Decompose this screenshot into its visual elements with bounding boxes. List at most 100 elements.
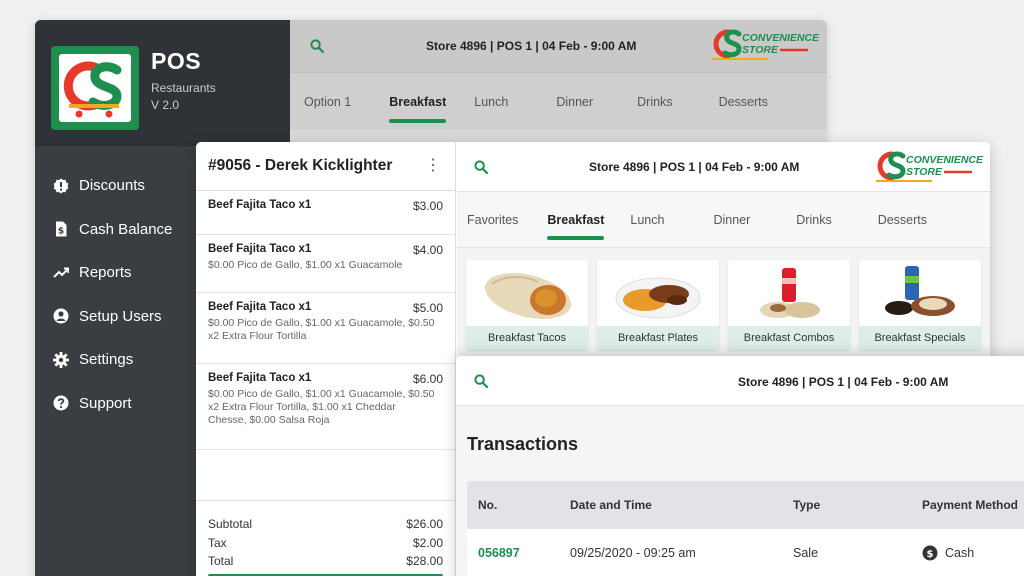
category-label: Breakfast Tacos	[466, 326, 588, 350]
menu-header: Store 4896 | POS 1 | 04 Feb - 9:00 AM CO…	[457, 142, 990, 192]
app-title: POS	[151, 48, 202, 74]
store-info: Store 4896 | POS 1 | 04 Feb - 9:00 AM	[589, 160, 800, 174]
screen: POS Restaurants V 2.0 Discounts $ Cash B…	[0, 0, 1024, 576]
search-icon[interactable]	[310, 39, 324, 53]
order-totals: Subtotal $26.00 Tax $2.00 Total $28.00	[196, 500, 455, 571]
order-item-modifiers: $0.00 Pico de Gallo, $1.00 x1 Guacamole,…	[208, 388, 435, 426]
category-card-breakfast-specials[interactable]: Breakfast Specials	[859, 260, 981, 350]
order-header: #9056 - Derek Kicklighter ⋮	[196, 142, 455, 191]
category-card-breakfast-plates[interactable]: Breakfast Plates	[597, 260, 719, 350]
order-panel: #9056 - Derek Kicklighter ⋮ Beef Fajita …	[196, 142, 456, 576]
burrito-image	[485, 273, 571, 319]
alert-badge-icon	[53, 178, 69, 194]
tax-label: Tax	[208, 535, 227, 550]
order-item-name: Beef Fajita Taco x1	[208, 243, 312, 255]
cs-logo-icon	[59, 54, 131, 122]
app-logo	[51, 46, 139, 130]
tab-favorites[interactable]: Favorites	[467, 213, 518, 227]
order-item-modifiers: $0.00 Pico de Gallo, $1.00 x1 Guacamole	[208, 259, 403, 271]
search-icon[interactable]	[474, 374, 488, 388]
transactions-table: No. Date and Time Type Payment Method 05…	[467, 481, 1024, 576]
tab-breakfast[interactable]: Breakfast	[547, 213, 604, 240]
money-receipt-icon: $	[56, 221, 67, 237]
combo-image	[760, 268, 820, 318]
tab-desserts[interactable]: Desserts	[878, 213, 927, 227]
tab-dinner[interactable]: Dinner	[556, 95, 593, 109]
category-label: Breakfast Specials	[859, 326, 981, 350]
category-grid: Breakfast Tacos Breakfast Plates Breakfa…	[457, 248, 990, 350]
tab-lunch[interactable]: Lunch	[474, 95, 508, 109]
sidebar-header: POS Restaurants V 2.0	[35, 20, 290, 146]
order-item[interactable]: Beef Fajita Taco x1 $3.00	[196, 191, 455, 235]
tab-breakfast[interactable]: Breakfast	[389, 95, 446, 123]
column-header-type[interactable]: Type	[793, 498, 922, 512]
column-header-no[interactable]: No.	[467, 498, 570, 512]
dollar-circle-icon: $	[922, 545, 938, 561]
tab-lunch[interactable]: Lunch	[630, 213, 664, 227]
app-subtitle: Restaurants V 2.0	[151, 80, 216, 114]
specials-image	[885, 266, 955, 316]
back-header: Store 4896 | POS 1 | 04 Feb - 9:00 AM CO…	[290, 20, 827, 72]
total-value: $28.00	[406, 554, 443, 568]
transactions-header: Store 4896 | POS 1 | 04 Feb - 9:00 AM	[456, 356, 1024, 406]
logo-line2: STORE	[742, 44, 779, 56]
order-item-price: $4.00	[412, 243, 443, 257]
table-header: No. Date and Time Type Payment Method	[467, 481, 1024, 529]
logo-line1: CONVENIENCE	[742, 32, 820, 44]
app-subtitle-text: Restaurants	[151, 81, 216, 95]
category-card-breakfast-combos[interactable]: Breakfast Combos	[728, 260, 850, 350]
more-options-icon[interactable]: ⋮	[425, 158, 441, 174]
total-row: Total $28.00	[208, 552, 443, 571]
order-item-name: Beef Fajita Taco x1	[208, 199, 312, 211]
gear-icon	[53, 351, 69, 368]
order-item-name: Beef Fajita Taco x1	[208, 372, 312, 384]
column-header-date[interactable]: Date and Time	[570, 498, 793, 512]
sidebar-item-label: Reports	[79, 264, 132, 282]
menu-tabs: Favorites Breakfast Lunch Dinner Drinks …	[457, 192, 990, 248]
svg-text:$: $	[58, 227, 64, 237]
subtotal-row: Subtotal $26.00	[208, 515, 443, 534]
order-item-price: $5.00	[412, 301, 443, 315]
tab-option-1[interactable]: Option 1	[304, 95, 351, 109]
user-circle-icon	[53, 308, 69, 324]
logo-line1: CONVENIENCE	[906, 154, 984, 166]
transaction-datetime: 09/25/2020 - 09:25 am	[570, 546, 696, 560]
sidebar-item-label: Discounts	[79, 177, 145, 195]
category-card-breakfast-tacos[interactable]: Breakfast Tacos	[466, 260, 588, 350]
logo-line2: STORE	[906, 166, 943, 178]
tab-drinks[interactable]: Drinks	[637, 95, 672, 109]
svg-text:$: $	[927, 549, 934, 560]
table-row[interactable]: 056897 09/25/2020 - 09:25 am Sale $ Cash	[467, 529, 1024, 576]
tab-desserts[interactable]: Desserts	[719, 95, 768, 109]
search-icon[interactable]	[474, 160, 488, 174]
order-item[interactable]: Beef Fajita Taco x1 $4.00 $0.00 Pico de …	[196, 235, 455, 293]
order-item[interactable]: Beef Fajita Taco x1 $6.00 $0.00 Pico de …	[196, 364, 455, 450]
transaction-number-link[interactable]: 056897	[478, 546, 520, 560]
order-item-price: $3.00	[412, 199, 443, 213]
column-header-payment[interactable]: Payment Method	[922, 498, 1024, 512]
sidebar-item-label: Support	[79, 394, 132, 412]
plate-image	[615, 277, 701, 319]
payment-method-label: Cash	[945, 546, 975, 560]
total-label: Total	[208, 554, 234, 568]
convenience-store-logo: CONVENIENCE STORE	[712, 29, 820, 60]
order-item-name: Beef Fajita Taco x1	[208, 301, 312, 313]
store-info: Store 4896 | POS 1 | 04 Feb - 9:00 AM	[426, 39, 637, 53]
store-info: Store 4896 | POS 1 | 04 Feb - 9:00 AM	[738, 375, 949, 389]
tab-drinks[interactable]: Drinks	[796, 213, 831, 227]
sidebar-item-label: Setup Users	[79, 307, 162, 325]
back-tabs: Option 1 Breakfast Lunch Dinner Drinks D…	[290, 72, 827, 130]
sidebar-item-label: Cash Balance	[79, 220, 173, 238]
tab-dinner[interactable]: Dinner	[713, 213, 750, 227]
help-icon	[53, 395, 69, 411]
transaction-payment: $ Cash	[922, 545, 1024, 561]
app-version: V 2.0	[151, 98, 180, 112]
convenience-store-logo: CONVENIENCE STORE	[876, 151, 984, 182]
category-label: Breakfast Combos	[728, 326, 850, 350]
subtotal-value: $26.00	[406, 517, 443, 531]
transaction-type: Sale	[793, 546, 819, 560]
order-item-modifiers: $0.00 Pico de Gallo, $1.00 x1 Guacamole,…	[208, 317, 435, 342]
order-item[interactable]: Beef Fajita Taco x1 $5.00 $0.00 Pico de …	[196, 293, 455, 364]
order-title: #9056 - Derek Kicklighter	[208, 157, 393, 174]
order-item-price: $6.00	[412, 372, 443, 386]
